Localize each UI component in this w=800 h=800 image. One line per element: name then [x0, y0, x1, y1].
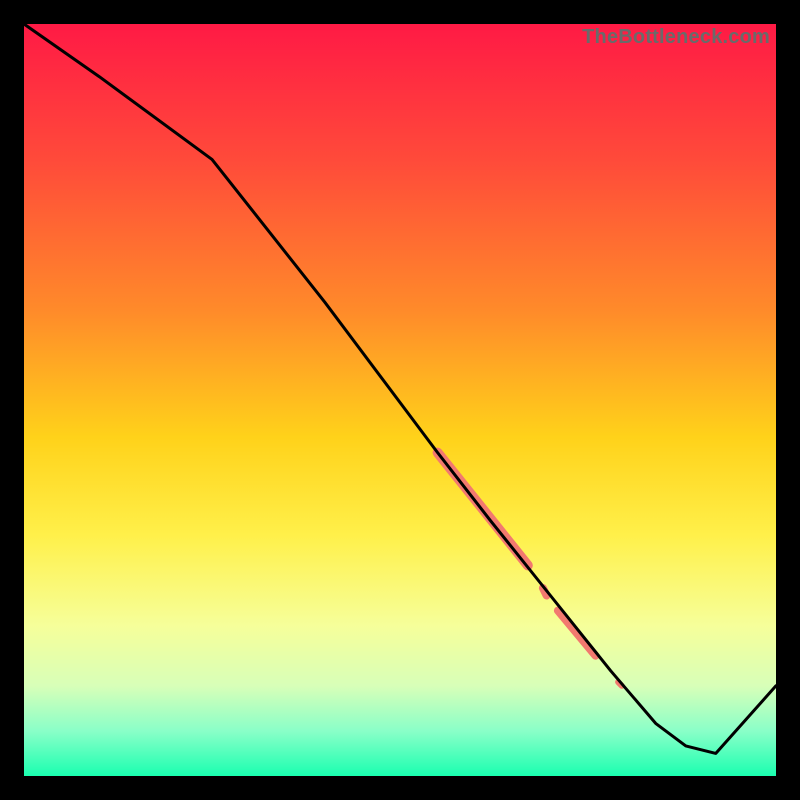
- bottleneck-curve: [24, 24, 776, 753]
- watermark-text: TheBottleneck.com: [582, 26, 770, 49]
- chart-frame: TheBottleneck.com: [0, 0, 800, 800]
- plot-area: TheBottleneck.com: [24, 24, 776, 776]
- curve-layer: [24, 24, 776, 776]
- highlight-lower-band: [558, 611, 596, 656]
